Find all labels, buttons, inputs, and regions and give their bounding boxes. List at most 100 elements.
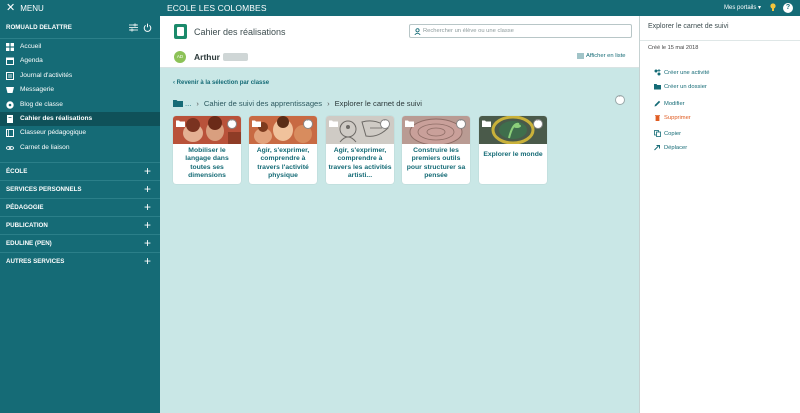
action-label: Déplacer xyxy=(664,144,688,151)
search-input[interactable] xyxy=(423,26,628,36)
trash-icon xyxy=(655,115,660,121)
sidebar-item-label: Messagerie xyxy=(20,86,55,93)
copy-icon xyxy=(654,130,661,137)
messages-icon xyxy=(6,87,14,93)
plus-icon: + xyxy=(144,254,152,268)
edit-icon xyxy=(654,100,661,107)
panel-title: Explorer le carnet de suivi xyxy=(648,23,729,30)
help-button[interactable]: ? xyxy=(783,3,793,13)
sidebar-item-label: Cahier des réalisations xyxy=(20,115,93,122)
card-menu-button[interactable] xyxy=(303,118,313,129)
list-view-button[interactable]: Afficher en liste xyxy=(577,53,626,59)
notebook-app-icon xyxy=(174,24,187,39)
action-label: Supprimer xyxy=(664,114,691,121)
action-label: Copier xyxy=(664,130,682,137)
add-folder-icon xyxy=(654,84,661,90)
sidebar-item-label: Classeur pédagogique xyxy=(20,129,86,136)
sidebar-item-label: Blog de classe xyxy=(20,101,63,108)
divider xyxy=(640,40,800,41)
sidebar-item-label: Accueil xyxy=(20,43,42,50)
folder-icon xyxy=(176,120,185,127)
plus-icon: + xyxy=(144,182,152,196)
breadcrumb-root[interactable]: ... xyxy=(185,99,191,108)
more-options-button[interactable] xyxy=(615,94,625,105)
grid-icon xyxy=(6,43,14,51)
copy-button[interactable]: Copier xyxy=(654,129,681,138)
section-ecole[interactable]: ÉCOLE + xyxy=(0,162,160,180)
edit-button[interactable]: Modifier xyxy=(654,99,685,108)
action-label: Créer un dossier xyxy=(664,83,707,90)
menu-button[interactable]: ✕ MENU xyxy=(6,2,44,14)
sidebar-item-agenda[interactable]: Agenda xyxy=(0,54,160,68)
portals-label: Mes portails xyxy=(724,5,757,11)
create-activity-button[interactable]: Créer une activité xyxy=(654,68,709,77)
card-title: Mobiliser le langage dans toutes ses dim… xyxy=(185,147,229,180)
folder-card[interactable]: Construire les premiers outils pour stru… xyxy=(402,116,470,184)
section-label: AUTRES SERVICES xyxy=(6,258,65,265)
move-button[interactable]: Déplacer xyxy=(654,143,687,152)
lightbulb-icon[interactable] xyxy=(770,3,776,12)
sidebar-item-carnet-liaison[interactable]: Carnet de liaison xyxy=(0,141,160,155)
sidebar-item-label: Agenda xyxy=(20,57,43,64)
plus-icon: + xyxy=(144,218,152,232)
sidebar-item-journal[interactable]: Journal d'activités xyxy=(0,69,160,83)
create-folder-button[interactable]: Créer un dossier xyxy=(654,82,707,91)
caret-down-icon: ▾ xyxy=(758,5,762,11)
add-activity-icon xyxy=(654,69,661,76)
section-services-personnels[interactable]: SERVICES PERSONNELS + xyxy=(0,180,160,198)
search-box xyxy=(409,24,632,38)
sidebar-item-blog[interactable]: Blog de classe xyxy=(0,98,160,112)
section-label: PÉDAGOGIE xyxy=(6,204,44,211)
calendar-icon xyxy=(6,57,14,65)
back-link[interactable]: ‹ Revenir à la sélection par classe xyxy=(173,80,269,86)
card-menu-button[interactable] xyxy=(380,118,390,129)
folder-card[interactable]: Explorer le monde xyxy=(479,116,547,184)
portals-dropdown[interactable]: Mes portails ▾ xyxy=(724,4,761,11)
card-menu-button[interactable] xyxy=(533,118,543,129)
plus-icon: + xyxy=(144,236,152,250)
section-autres-services[interactable]: AUTRES SERVICES + xyxy=(0,252,160,270)
folder-card[interactable]: Agir, s'exprimer, comprendre à travers l… xyxy=(326,116,394,184)
section-label: PUBLICATION xyxy=(6,222,48,229)
breadcrumb-current: Explorer le carnet de suivi xyxy=(334,98,422,108)
breadcrumb-separator: › xyxy=(327,98,330,108)
chevron-left-icon: ‹ xyxy=(173,80,175,86)
sidebar: ROMUALD DELATTRE Accueil Agenda Journal … xyxy=(0,16,160,413)
section-eduline[interactable]: EDULINE (PEN) + xyxy=(0,234,160,252)
section-pedagogie[interactable]: PÉDAGOGIE + xyxy=(0,198,160,216)
settings-sliders-icon[interactable] xyxy=(129,23,138,32)
sidebar-item-accueil[interactable]: Accueil xyxy=(0,40,160,54)
sidebar-item-messagerie[interactable]: Messagerie xyxy=(0,83,160,97)
student-search-icon xyxy=(414,28,421,35)
breadcrumb-item[interactable]: Cahier de suivi des apprentissages xyxy=(204,99,322,108)
card-menu-button[interactable] xyxy=(456,118,466,129)
blog-icon xyxy=(6,101,14,109)
avatar: AD xyxy=(174,51,186,63)
folder-card[interactable]: Agir, s'exprimer, comprendre à travers l… xyxy=(249,116,317,184)
folder-card[interactable]: Mobiliser le langage dans toutes ses dim… xyxy=(173,116,241,184)
folder-icon[interactable] xyxy=(173,99,183,107)
school-name: ECOLE LES COLOMBES xyxy=(167,3,267,13)
sidebar-item-cahier-realisations[interactable]: Cahier des réalisations xyxy=(0,112,160,126)
section-label: SERVICES PERSONNELS xyxy=(6,186,82,193)
binder-icon xyxy=(6,129,14,137)
journal-icon xyxy=(6,72,14,80)
section-publication[interactable]: PUBLICATION + xyxy=(0,216,160,234)
delete-button[interactable]: Supprimer xyxy=(654,113,691,122)
card-title: Agir, s'exprimer, comprendre à travers l… xyxy=(328,147,392,180)
top-bar: ✕ MENU ECOLE LES COLOMBES Mes portails ▾… xyxy=(0,0,800,16)
card-menu-button[interactable] xyxy=(227,118,237,129)
move-icon xyxy=(654,145,660,151)
breadcrumb: ... › Cahier de suivi des apprentissages… xyxy=(173,97,422,109)
sidebar-item-classeur[interactable]: Classeur pédagogique xyxy=(0,126,160,140)
blurred-surname xyxy=(223,53,248,61)
user-row: ROMUALD DELATTRE xyxy=(0,16,160,39)
page-title: Cahier des réalisations xyxy=(194,27,286,37)
close-icon: ✕ xyxy=(6,2,16,14)
card-title: Agir, s'exprimer, comprendre à travers l… xyxy=(256,147,310,180)
power-icon[interactable] xyxy=(143,23,152,32)
folder-icon xyxy=(482,120,491,127)
action-label: Modifier xyxy=(664,100,685,107)
list-icon xyxy=(577,53,584,59)
student-name: Arthur xyxy=(194,52,220,62)
